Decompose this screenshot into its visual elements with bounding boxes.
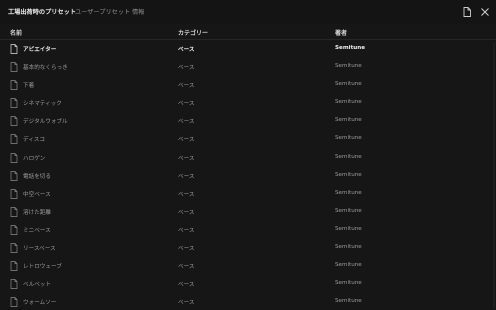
close-icon[interactable] <box>479 6 491 18</box>
preset-author: Semitune <box>335 99 362 106</box>
preset-author: Semitune <box>335 207 362 214</box>
preset-name: 中空ベース <box>23 191 51 198</box>
table-row[interactable]: ディスコ ベース Semitune <box>0 130 496 148</box>
document-icon[interactable] <box>461 6 473 18</box>
table-row[interactable]: シネマティック ベース Semitune <box>0 94 496 112</box>
preset-author: Semitune <box>335 171 362 178</box>
preset-author: Semitune <box>335 135 362 142</box>
tab-factory-presets[interactable]: 工場出荷時のプリセット <box>8 7 76 16</box>
preset-name: 電話を切る <box>23 173 51 180</box>
preset-category: ベース <box>178 119 195 126</box>
preset-category: ベース <box>178 191 195 198</box>
document-icon <box>10 134 18 145</box>
preset-name: 基本的なくらっき <box>23 65 68 72</box>
preset-name: 溶けた距離 <box>23 209 51 216</box>
preset-author: Semitune <box>335 262 362 269</box>
document-icon <box>10 116 18 127</box>
table-row[interactable]: 電話を切る ベース Semitune <box>0 167 496 185</box>
table-row[interactable]: アピエイター ベース Semitune <box>0 40 496 58</box>
document-icon <box>10 225 18 235</box>
tab-info[interactable]: 情報 <box>132 7 144 16</box>
table-row[interactable]: 溶けた距離 ベース Semitune <box>0 203 496 221</box>
preset-category: ベース <box>178 300 195 307</box>
preset-category: ベース <box>178 101 195 108</box>
preset-name: リースベース <box>23 246 56 253</box>
preset-author: Semitune <box>335 153 362 160</box>
table-row[interactable]: リースベース ベース Semitune <box>0 239 496 257</box>
table-row[interactable]: ベルベット ベース Semitune <box>0 275 496 293</box>
preset-author: Semitune <box>335 81 362 88</box>
preset-browser-window: 工場出荷時のプリセット ユーザープリセット 情報 名前 カテゴリー 著者 アピエ… <box>0 0 496 310</box>
preset-author: Semitune <box>335 298 362 305</box>
preset-category: ベース <box>178 155 195 162</box>
preset-name: 下着 <box>23 83 35 90</box>
preset-name: ベルベット <box>23 282 51 289</box>
preset-category: ベース <box>178 282 195 289</box>
preset-author: Semitune <box>335 117 362 124</box>
preset-category: ベース <box>178 83 195 90</box>
preset-name: ディスコ <box>23 137 45 144</box>
preset-category: ベース <box>178 246 195 253</box>
preset-name: ハロゲン <box>23 155 46 162</box>
scrollbar[interactable] <box>493 42 495 308</box>
preset-author: Semitune <box>335 280 362 287</box>
preset-list: アピエイター ベース Semitune 基本的なくらっき ベース Semitune 下着 ベー… <box>0 40 496 310</box>
preset-name: アピエイター <box>23 47 57 53</box>
preset-author: Semitune <box>335 225 362 232</box>
table-row[interactable]: レトロウェーブ ベース Semitune <box>0 257 496 275</box>
table-row[interactable]: 中空ベース ベース Semitune <box>0 185 496 203</box>
preset-author: Semitune <box>335 45 366 51</box>
column-header-category[interactable]: カテゴリー <box>178 28 208 37</box>
document-icon <box>10 170 18 181</box>
document-icon <box>10 243 18 253</box>
preset-author: Semitune <box>335 189 362 196</box>
preset-name: デジタルウォブル <box>23 119 68 126</box>
document-icon <box>10 152 18 163</box>
document-icon <box>10 98 18 109</box>
document-icon <box>10 188 18 199</box>
preset-category: ベース <box>178 209 195 216</box>
preset-name: レトロウェーブ <box>23 264 62 271</box>
preset-category: ベース <box>178 47 195 53</box>
preset-author: Semitune <box>335 63 362 70</box>
document-icon <box>10 62 18 72</box>
preset-category: ベース <box>178 173 195 180</box>
tab-user-presets[interactable]: ユーザープリセット <box>75 7 130 16</box>
table-row[interactable]: デジタルウォブル ベース Semitune <box>0 112 496 130</box>
preset-category: ベース <box>178 137 195 144</box>
tab-bar: 工場出荷時のプリセット ユーザープリセット 情報 <box>0 0 496 24</box>
preset-name: ウォームソー <box>23 300 57 307</box>
preset-category: ベース <box>178 65 195 72</box>
document-icon <box>10 206 18 217</box>
table-row[interactable]: ハロゲン ベース Semitune <box>0 149 496 167</box>
column-header-author[interactable]: 著者 <box>335 28 347 37</box>
document-icon <box>10 261 18 271</box>
table-row[interactable]: ウォームソー ベース Semitune <box>0 293 496 310</box>
document-icon <box>10 80 18 91</box>
preset-category: ベース <box>178 264 195 271</box>
preset-author: Semitune <box>335 244 362 251</box>
table-row[interactable]: 基本的なくらっき ベース Semitune <box>0 58 496 76</box>
document-icon <box>10 297 18 308</box>
table-header: 名前 カテゴリー 著者 <box>0 24 496 40</box>
document-icon <box>10 279 18 290</box>
document-icon <box>10 44 18 54</box>
table-row[interactable]: ミニベース ベース Semitune <box>0 221 496 239</box>
column-header-name[interactable]: 名前 <box>10 28 22 37</box>
preset-category: ベース <box>178 227 195 234</box>
preset-name: ミニベース <box>23 227 51 234</box>
preset-name: シネマティック <box>23 101 62 108</box>
table-row[interactable]: 下着 ベース Semitune <box>0 76 496 94</box>
